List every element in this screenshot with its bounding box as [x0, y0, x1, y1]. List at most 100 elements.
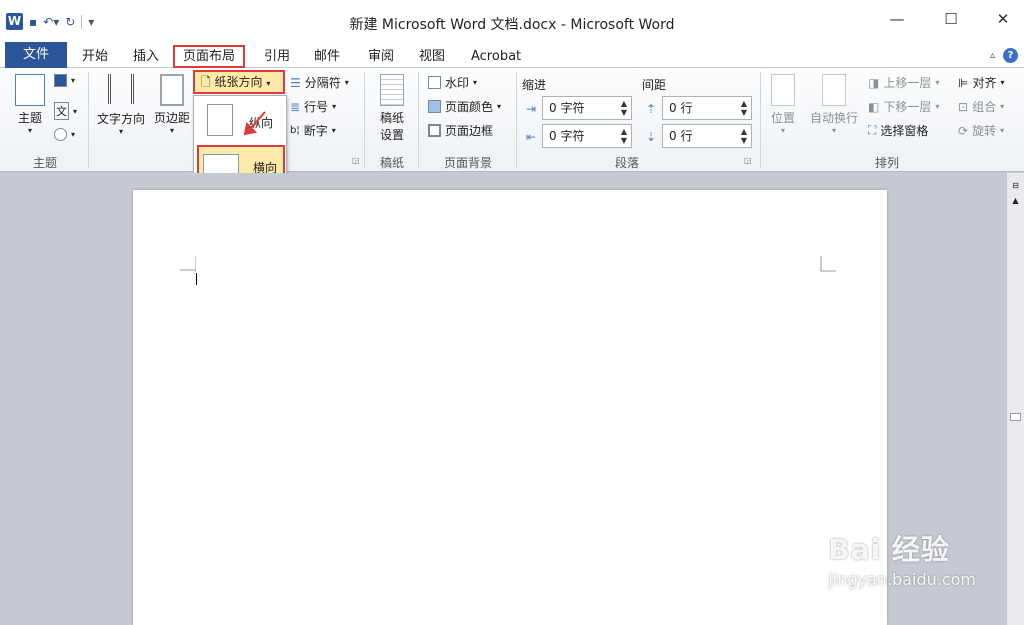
chevron-down-icon: ▾ [331, 126, 336, 135]
document-page[interactable] [133, 190, 887, 625]
ribbon: 主题 ▾ ▾ 文 ▾ ▾ 主题 文字方向 ▾ 页边距 ▾ ☰ 分隔符 ▾ ≣ 行号 ▾ b… [0, 68, 1024, 172]
position-label: 位置 [770, 111, 795, 125]
maximize-button[interactable]: ☐ [936, 10, 966, 28]
text-direction-button[interactable]: 文字方向 ▾ [92, 74, 150, 136]
portrait-option[interactable]: 纵向 [197, 100, 285, 142]
group-objects-button[interactable]: ⊡ 组合 ▾ [958, 98, 1004, 115]
spinner-arrows-icon[interactable]: ▲ ▼ [621, 127, 627, 145]
close-button[interactable]: ✕ [988, 10, 1018, 28]
spinner-arrows-icon[interactable]: ▲ ▼ [741, 99, 747, 117]
tab-insert[interactable]: 插入 [125, 45, 167, 68]
manuscript-setup-button[interactable]: 稿纸 设置 [370, 74, 414, 143]
spacing-after-input[interactable]: 0 行 ▲ ▼ [662, 124, 752, 148]
manuscript-setup-label-2: 设置 [379, 128, 404, 142]
themes-button[interactable]: 主题 ▾ [10, 74, 50, 135]
position-button[interactable]: 位置 ▾ [764, 74, 802, 135]
text-direction-icon [108, 74, 134, 104]
bring-forward-button[interactable]: ◨ 上移一层 ▾ [868, 74, 939, 91]
hyphenation-button[interactable]: b¦ 断字 ▾ [290, 122, 336, 139]
orientation-button[interactable]: 🗋 纸张方向 ▾ [193, 70, 285, 94]
pointer-arrow-icon [243, 111, 266, 136]
group-separator [760, 72, 761, 168]
paragraph-launcher-icon[interactable]: ◲ [744, 156, 752, 165]
watermark-main-text: Bai 经验 [828, 533, 950, 566]
spinner-arrows-icon[interactable]: ▲ ▼ [621, 99, 627, 117]
margins-button[interactable]: 页边距 ▾ [150, 74, 194, 135]
page-borders-icon [428, 124, 441, 137]
orientation-label: 纸张方向 [214, 75, 263, 89]
page-setup-launcher-icon[interactable]: ◲ [352, 156, 360, 165]
theme-effects-button[interactable]: ▾ [54, 128, 75, 141]
rotate-label: 旋转 [972, 124, 997, 138]
line-numbers-icon: ≣ [290, 99, 301, 114]
watermark-button[interactable]: 水印 ▾ [428, 74, 477, 91]
chevron-down-icon: ▾ [473, 78, 478, 87]
selection-pane-button[interactable]: ⛶ 选择窗格 [868, 122, 928, 139]
spinner-arrows-icon[interactable]: ▲ ▼ [741, 127, 747, 145]
indent-left-input[interactable]: 0 字符 ▲ ▼ [542, 96, 632, 120]
page-color-button[interactable]: 页面颜色 ▾ [428, 98, 501, 115]
tab-file[interactable]: 文件 [5, 42, 67, 68]
send-backward-button[interactable]: ◧ 下移一层 ▾ [868, 98, 939, 115]
group-label-page-background: 页面背景 [443, 156, 492, 170]
tab-page-layout[interactable]: 页面布局 [173, 45, 246, 68]
chevron-down-icon: ▾ [935, 78, 940, 87]
minimize-button[interactable]: — [882, 10, 912, 28]
tab-mailings[interactable]: 邮件 [306, 45, 348, 68]
margin-corner-top-right [820, 256, 836, 272]
breaks-button[interactable]: ☰ 分隔符 ▾ [290, 74, 349, 91]
tab-home[interactable]: 开始 [74, 45, 116, 68]
indent-left-value: 0 字符 [549, 101, 585, 115]
line-numbers-button[interactable]: ≣ 行号 ▾ [290, 98, 336, 115]
chevron-down-icon: ▾ [332, 102, 337, 111]
scroll-thumb[interactable] [1010, 413, 1021, 421]
hyphenation-label: 断字 [303, 124, 328, 138]
scroll-up-icon[interactable]: ▲ [1007, 196, 1024, 205]
orientation-icon: 🗋 [201, 75, 211, 89]
theme-fonts-icon: 文 [54, 102, 69, 120]
tab-review[interactable]: 审阅 [360, 45, 402, 68]
page-borders-button[interactable]: 页面边框 [428, 122, 493, 139]
chevron-down-icon: ▾ [1000, 126, 1005, 135]
tab-references[interactable]: 引用 [256, 45, 298, 68]
tab-acrobat[interactable]: Acrobat [463, 45, 529, 68]
vertical-scrollbar[interactable]: ⊟ ▲ [1006, 173, 1024, 625]
position-icon [771, 74, 795, 106]
window-title: 新建 Microsoft Word 文档.docx - Microsoft Wo… [349, 17, 675, 33]
minimize-ribbon-icon[interactable]: ▵ [990, 50, 995, 61]
spacing-before-input[interactable]: 0 行 ▲ ▼ [662, 96, 752, 120]
tab-view[interactable]: 视图 [411, 45, 453, 68]
theme-effects-icon [54, 128, 67, 141]
chevron-down-icon: ▾ [831, 126, 836, 135]
group-label-arrange: 排列 [874, 156, 899, 170]
page-borders-label: 页面边框 [445, 124, 494, 138]
spacing-before-icon: ⇡ [646, 102, 657, 116]
ruler-toggle-icon[interactable]: ⊟ [1007, 181, 1024, 190]
manuscript-setup-label-1: 稿纸 [379, 111, 404, 125]
rotate-button[interactable]: ⟳ 旋转 ▾ [958, 122, 1004, 139]
breaks-label: 分隔符 [304, 76, 341, 90]
chevron-down-icon: ▾ [71, 130, 76, 139]
help-icon[interactable]: ? [1003, 48, 1018, 63]
indent-right-input[interactable]: 0 字符 ▲ ▼ [542, 124, 632, 148]
theme-colors-button[interactable]: ▾ [54, 74, 75, 87]
chevron-down-icon: ▾ [497, 102, 502, 111]
theme-fonts-button[interactable]: 文 ▾ [54, 102, 77, 120]
ribbon-tabs: 文件 开始 插入 页面布局 引用 邮件 审阅 视图 Acrobat ▵ ? [0, 42, 1024, 68]
themes-label: 主题 [17, 111, 42, 125]
group-separator [364, 72, 365, 168]
group-label-themes: 主题 [32, 156, 57, 170]
wrap-text-button[interactable]: 自动换行 ▾ [806, 74, 862, 135]
align-button[interactable]: ⊫ 对齐 ▾ [958, 74, 1004, 91]
selection-pane-icon: ⛶ [868, 123, 877, 137]
chevron-down-icon: ▾ [118, 127, 123, 136]
chevron-down-icon: ▾ [780, 126, 785, 135]
wrap-text-icon [822, 74, 846, 106]
rotate-icon: ⟳ [958, 123, 969, 138]
chevron-down-icon: ▾ [344, 78, 349, 87]
chevron-down-icon: ▾ [71, 76, 76, 85]
portrait-page-icon [207, 104, 233, 136]
hyphenation-icon: b¦ [290, 125, 300, 136]
indent-left-icon: ⇥ [526, 102, 537, 116]
group-objects-label: 组合 [972, 100, 997, 114]
